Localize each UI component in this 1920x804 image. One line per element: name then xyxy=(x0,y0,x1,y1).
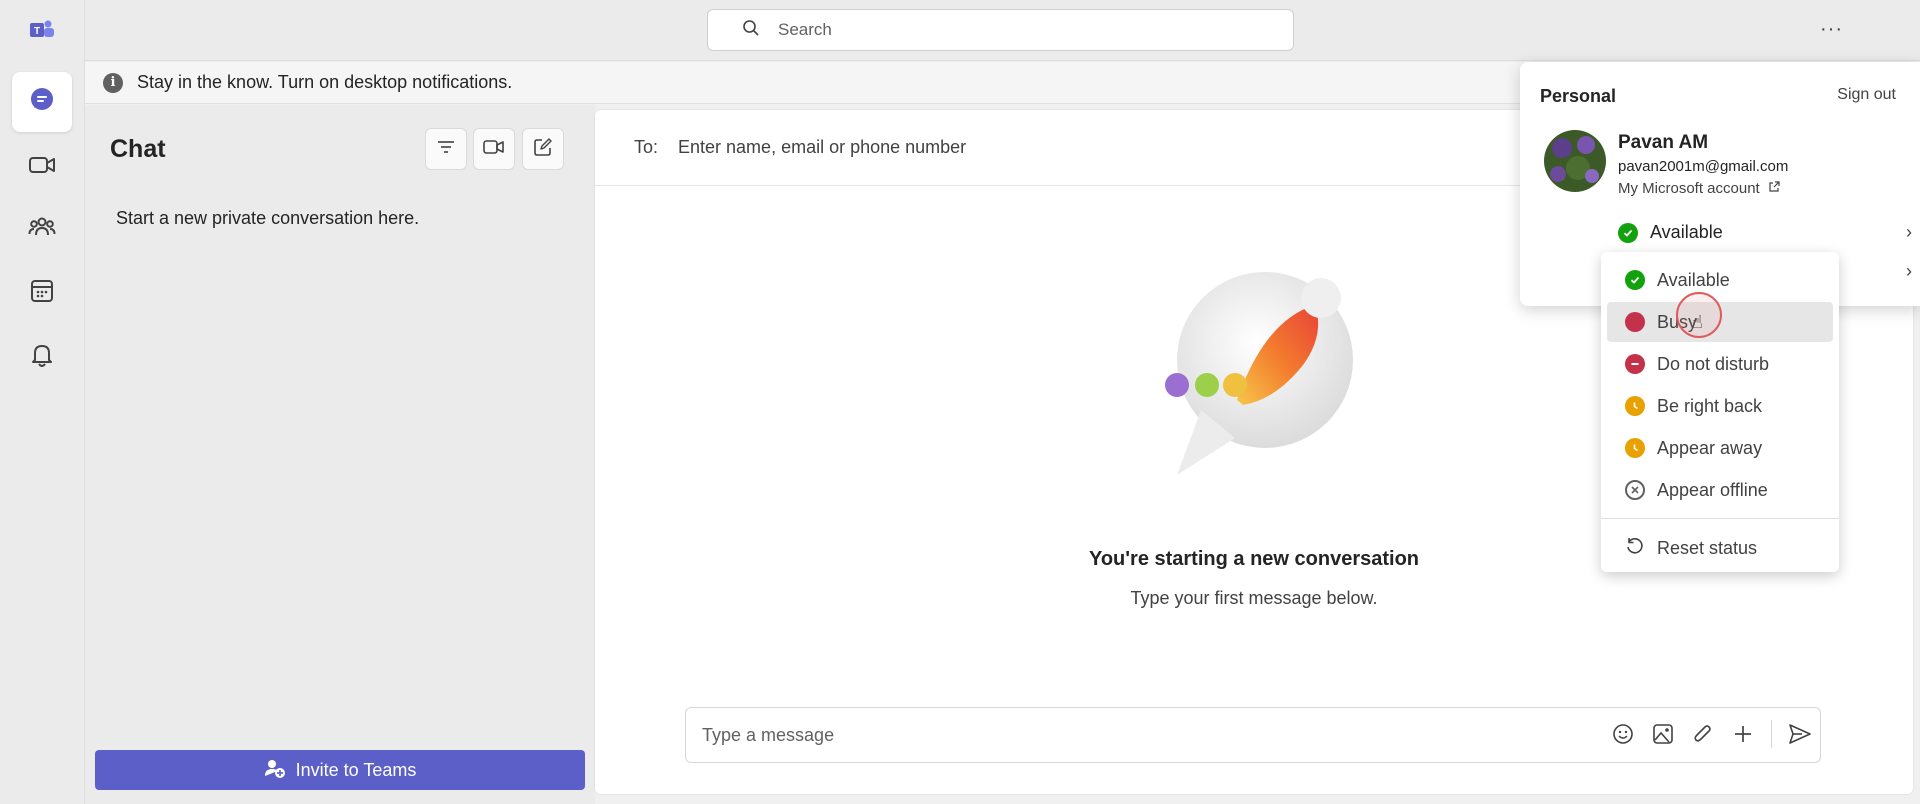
available-icon xyxy=(1618,222,1638,243)
status-menu: Available Busy Do not disturb Be right b… xyxy=(1601,252,1839,572)
status-option-be-right-back[interactable]: Be right back xyxy=(1607,386,1833,426)
reset-status-button[interactable]: Reset status xyxy=(1607,528,1833,568)
bell-icon xyxy=(29,341,55,374)
empty-chat-message: Start a new private conversation here. xyxy=(116,208,420,228)
microsoft-account-link[interactable]: My Microsoft account xyxy=(1618,180,1780,197)
send-icon[interactable] xyxy=(1788,722,1812,746)
calendar-icon xyxy=(29,278,55,309)
rail-chat-button[interactable] xyxy=(12,72,72,132)
search-box[interactable]: Search xyxy=(707,9,1294,51)
chat-list-panel: Chat Start a new private conversation he… xyxy=(85,105,595,804)
status-option-appear-offline[interactable]: Appear offline xyxy=(1607,470,1833,510)
people-icon xyxy=(28,215,56,244)
offline-icon xyxy=(1625,480,1645,500)
status-option-available[interactable]: Available xyxy=(1607,260,1833,300)
filter-icon xyxy=(437,140,455,159)
rail-communities-button[interactable] xyxy=(12,199,72,259)
svg-text:T: T xyxy=(34,26,40,37)
banner-text[interactable]: Stay in the know. Turn on desktop notifi… xyxy=(137,72,512,93)
empty-state-subheading: Type your first message below. xyxy=(1130,588,1378,608)
attach-icon[interactable] xyxy=(1691,722,1715,746)
do-not-disturb-icon xyxy=(1625,354,1645,374)
rail-activity-button[interactable] xyxy=(12,327,72,387)
video-camera-icon xyxy=(483,139,505,160)
busy-icon xyxy=(1625,312,1645,332)
chevron-right-icon[interactable]: › xyxy=(1906,261,1912,282)
clock-icon xyxy=(1625,438,1645,458)
search-icon xyxy=(742,19,760,42)
new-conversation-illustration xyxy=(1125,260,1395,500)
more-options-icon[interactable]: ··· xyxy=(1820,18,1843,41)
hand-cursor-icon: ☝ xyxy=(1692,312,1703,332)
meet-now-button[interactable] xyxy=(473,128,515,170)
app-rail: T xyxy=(0,0,85,804)
compose-icon xyxy=(533,137,553,162)
page-title: Chat xyxy=(110,135,166,163)
status-option-label: Do not disturb xyxy=(1657,353,1770,374)
top-bar: Search ··· xyxy=(85,0,1920,61)
message-input[interactable]: Type a message xyxy=(702,725,834,746)
invite-label: Invite to Teams xyxy=(295,759,417,780)
chat-icon xyxy=(28,86,56,119)
composer-actions xyxy=(1611,720,1812,748)
info-icon: i xyxy=(103,72,123,93)
teams-logo-icon[interactable]: T xyxy=(28,18,56,42)
sign-out-link[interactable]: Sign out xyxy=(1837,86,1896,104)
image-icon[interactable] xyxy=(1651,722,1675,746)
profile-avatar xyxy=(1544,130,1606,192)
divider xyxy=(1601,518,1839,519)
status-option-label: Appear away xyxy=(1657,437,1763,458)
invite-to-teams-button[interactable]: Invite to Teams xyxy=(95,750,585,790)
clock-icon xyxy=(1625,396,1645,416)
rail-calendar-button[interactable] xyxy=(12,263,72,323)
status-option-label: Appear offline xyxy=(1657,479,1768,500)
plus-icon[interactable] xyxy=(1731,722,1755,746)
reset-status-label: Reset status xyxy=(1657,537,1758,558)
available-icon xyxy=(1625,270,1645,290)
rail-meet-button[interactable] xyxy=(12,137,72,197)
status-option-do-not-disturb[interactable]: Do not disturb xyxy=(1607,344,1833,384)
emoji-icon[interactable] xyxy=(1611,722,1635,746)
profile-name: Pavan AM xyxy=(1618,132,1709,153)
reset-icon xyxy=(1625,536,1645,561)
message-composer[interactable]: Type a message xyxy=(685,707,1821,763)
status-option-label: Available xyxy=(1657,269,1730,290)
recipient-input[interactable]: Enter name, email or phone number xyxy=(678,137,966,158)
divider xyxy=(1771,720,1772,748)
search-input[interactable]: Search xyxy=(778,20,832,40)
status-option-appear-away[interactable]: Appear away xyxy=(1607,428,1833,468)
external-link-icon xyxy=(1768,180,1780,197)
to-label: To: xyxy=(634,137,659,157)
current-status-label: Available xyxy=(1650,222,1723,242)
profile-email: pavan2001m@gmail.com xyxy=(1618,158,1789,175)
filter-button[interactable] xyxy=(425,128,467,170)
current-status-row[interactable]: Available xyxy=(1618,222,1723,243)
video-camera-icon xyxy=(28,154,56,181)
account-link-label: My Microsoft account xyxy=(1618,180,1760,197)
chevron-right-icon[interactable]: › xyxy=(1906,222,1912,243)
profile-section-title: Personal xyxy=(1540,86,1617,106)
status-option-label: Be right back xyxy=(1657,395,1763,416)
add-person-icon xyxy=(264,758,286,783)
new-chat-button[interactable] xyxy=(522,128,564,170)
